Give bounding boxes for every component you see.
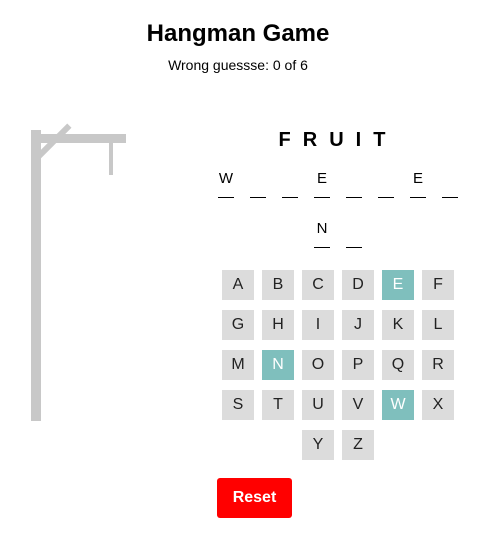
letter-slot bbox=[346, 170, 378, 204]
letter-key-v[interactable]: V bbox=[342, 390, 374, 420]
letter-key-s[interactable]: S bbox=[222, 390, 254, 420]
letter-key-n[interactable]: N bbox=[262, 350, 294, 380]
letter-key-p[interactable]: P bbox=[342, 350, 374, 380]
word-row: WEE bbox=[218, 170, 474, 204]
max-wrong: 6 bbox=[300, 57, 308, 73]
revealed-letter: W bbox=[218, 170, 234, 187]
letter-key-k[interactable]: K bbox=[382, 310, 414, 340]
gallows-post bbox=[31, 130, 41, 421]
letter-key-z[interactable]: Z bbox=[342, 430, 374, 460]
letter-key-g[interactable]: G bbox=[222, 310, 254, 340]
letter-key-c[interactable]: C bbox=[302, 270, 334, 300]
letter-key-b[interactable]: B bbox=[262, 270, 294, 300]
letter-key-x[interactable]: X bbox=[422, 390, 454, 420]
letter-key-j[interactable]: J bbox=[342, 310, 374, 340]
word-row: N bbox=[314, 220, 378, 254]
letter-slot bbox=[442, 170, 474, 204]
letter-key-r[interactable]: R bbox=[422, 350, 454, 380]
letter-key-f[interactable]: F bbox=[422, 270, 454, 300]
keyboard-row: STUVWX bbox=[222, 390, 462, 420]
letter-key-i[interactable]: I bbox=[302, 310, 334, 340]
letter-underline bbox=[346, 247, 362, 248]
letter-key-o[interactable]: O bbox=[302, 350, 334, 380]
letter-underline bbox=[218, 197, 234, 198]
letter-slot: N bbox=[314, 220, 346, 254]
letter-slot: E bbox=[410, 170, 442, 204]
letter-underline bbox=[314, 197, 330, 198]
letter-slot bbox=[250, 170, 282, 204]
letter-slot: E bbox=[314, 170, 346, 204]
keyboard-row: YZ bbox=[222, 430, 462, 460]
letter-key-q[interactable]: Q bbox=[382, 350, 414, 380]
letter-underline bbox=[250, 197, 266, 198]
category-label: FRUIT bbox=[278, 129, 398, 151]
letter-key-w[interactable]: W bbox=[382, 390, 414, 420]
revealed-letter: E bbox=[412, 170, 423, 187]
wrong-count: 0 bbox=[272, 57, 281, 73]
letter-underline bbox=[410, 197, 426, 198]
letter-key-l[interactable]: L bbox=[422, 310, 454, 340]
gallows-rope bbox=[109, 143, 113, 175]
hangman-page: Hangman Game Wrong guessse: 0 of 6 FRUIT… bbox=[0, 0, 480, 549]
letter-slot bbox=[378, 170, 410, 204]
letter-slot: W bbox=[218, 170, 250, 204]
keyboard-row: MNOPQR bbox=[222, 350, 462, 380]
letter-key-u[interactable]: U bbox=[302, 390, 334, 420]
letter-underline bbox=[314, 247, 330, 248]
letter-key-m[interactable]: M bbox=[222, 350, 254, 380]
keyboard-row: GHIJKL bbox=[222, 310, 462, 340]
of-label: of bbox=[284, 57, 297, 73]
revealed-letter: E bbox=[316, 170, 327, 187]
letter-key-e[interactable]: E bbox=[382, 270, 414, 300]
letter-underline bbox=[282, 197, 298, 198]
letter-keyboard: ABCDEF GHIJKL MNOPQR STUVWX YZ bbox=[222, 270, 462, 470]
letter-key-h[interactable]: H bbox=[262, 310, 294, 340]
letter-key-d[interactable]: D bbox=[342, 270, 374, 300]
letter-slot bbox=[346, 220, 378, 254]
revealed-letter: N bbox=[316, 220, 328, 237]
gallows-beam bbox=[31, 134, 126, 143]
letter-underline bbox=[378, 197, 394, 198]
letter-slot bbox=[282, 170, 314, 204]
reset-button[interactable]: Reset bbox=[217, 478, 292, 518]
letter-key-t[interactable]: T bbox=[262, 390, 294, 420]
letter-key-y[interactable]: Y bbox=[302, 430, 334, 460]
letter-underline bbox=[442, 197, 458, 198]
gallows bbox=[0, 0, 200, 549]
letter-underline bbox=[346, 197, 362, 198]
letter-key-a[interactable]: A bbox=[222, 270, 254, 300]
keyboard-row: ABCDEF bbox=[222, 270, 462, 300]
